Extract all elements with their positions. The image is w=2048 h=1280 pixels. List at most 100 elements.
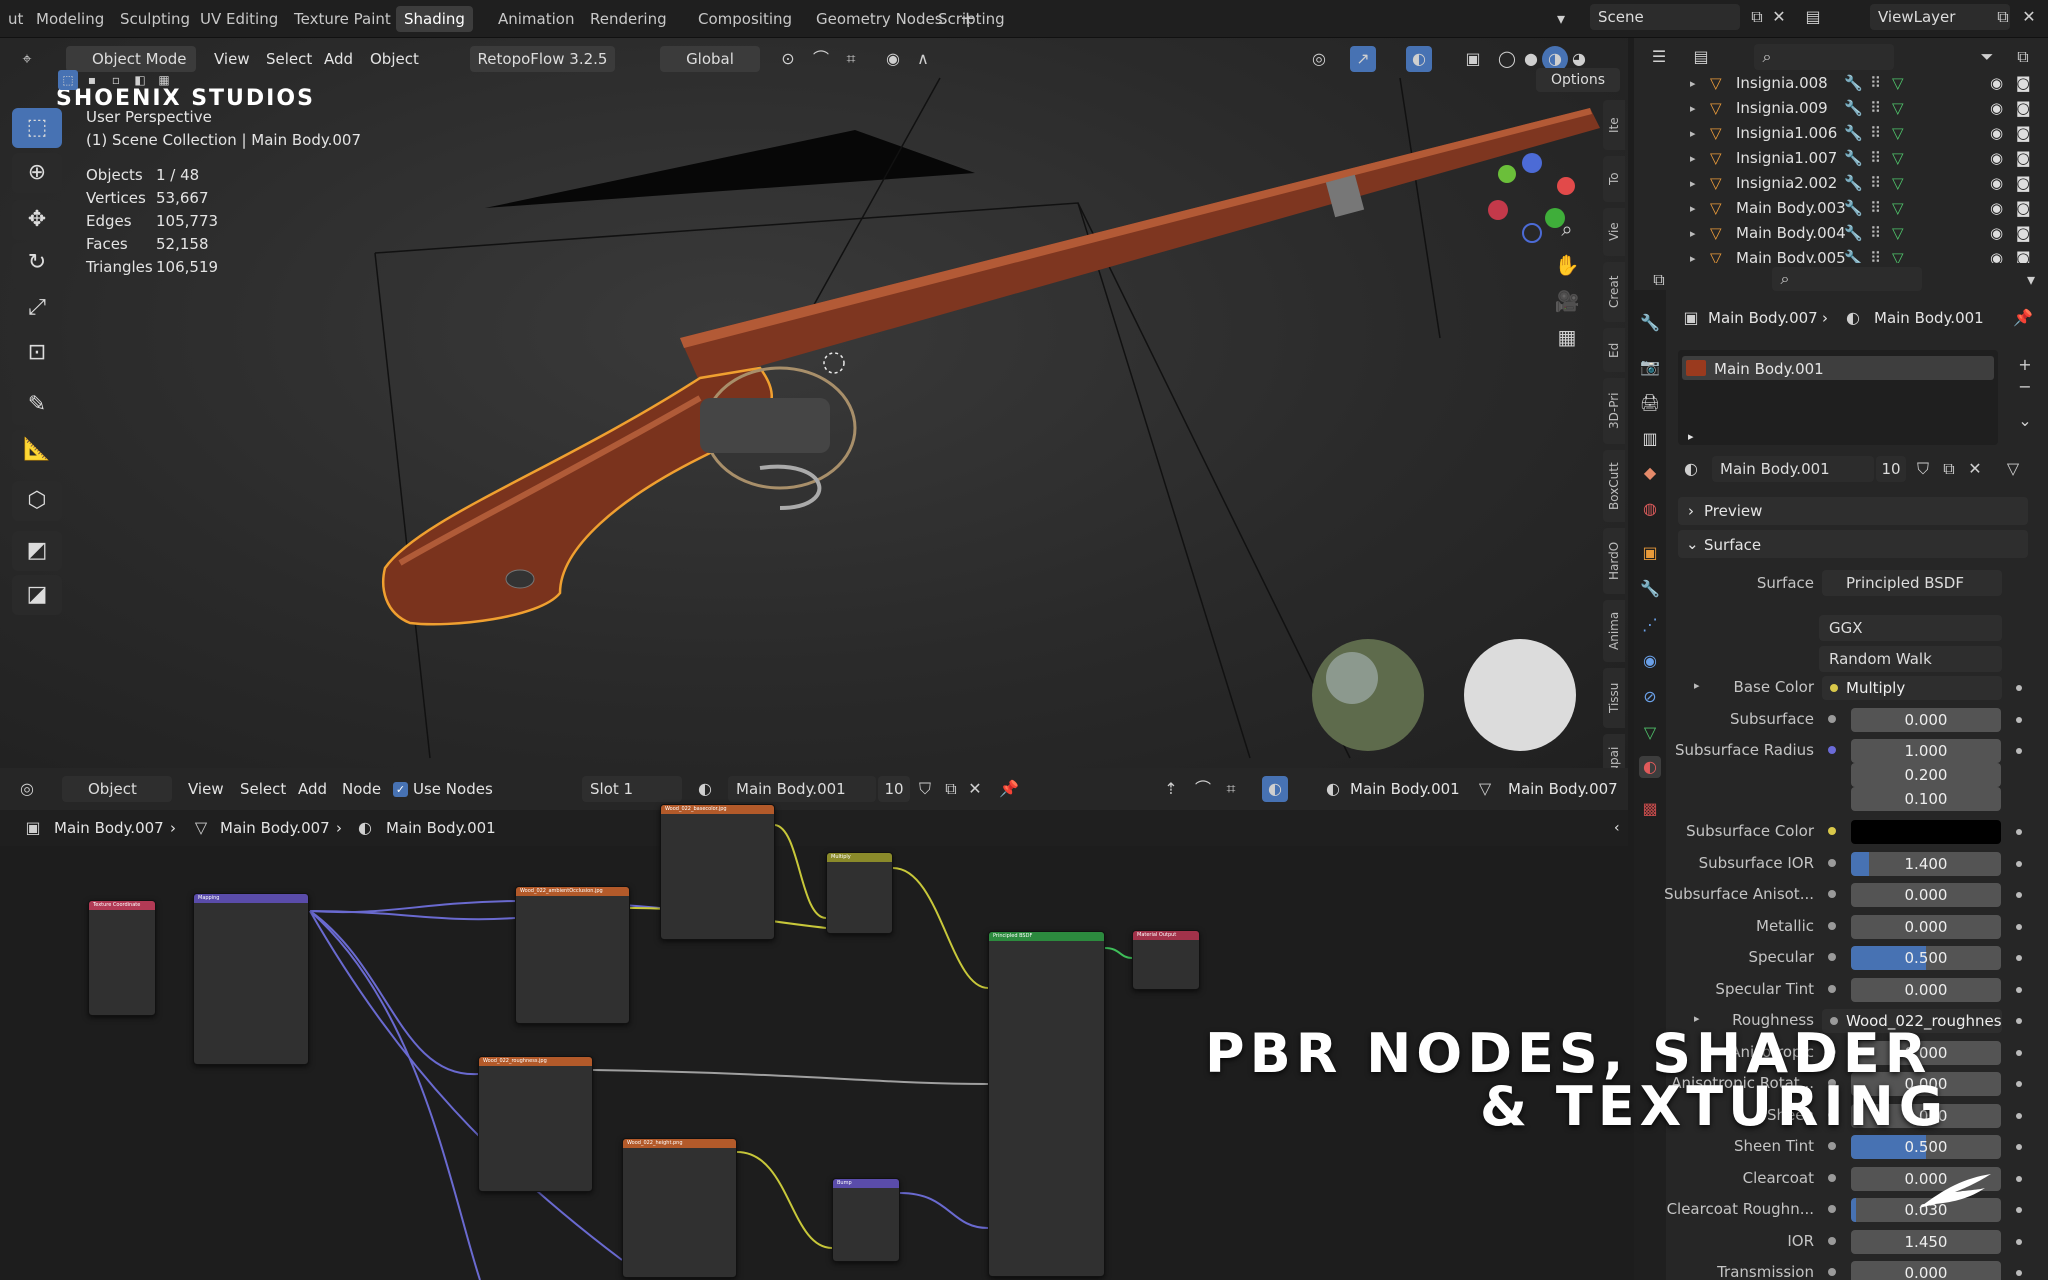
props-users-count[interactable]: 10	[1876, 456, 1906, 482]
move-tool-icon[interactable]: ✥	[12, 200, 62, 240]
camera-render-icon[interactable]: ◙	[2016, 196, 2031, 221]
close-viewlayer-icon[interactable]: ✕	[2016, 4, 2042, 30]
tab-shading[interactable]: Shading	[396, 6, 473, 32]
remove-slot-icon[interactable]: −	[2012, 374, 2038, 400]
close-scene-icon[interactable]: ✕	[1766, 4, 1792, 30]
material-output-node[interactable]: Material Output	[1132, 930, 1200, 990]
outliner-item[interactable]: ▸ ▽ Main Body.004 🔧 ⠿ ▽ ◉ ◙	[1634, 221, 2048, 246]
eye-icon[interactable]: ◉	[1990, 221, 2003, 246]
render-tab-icon[interactable]: 📷	[1639, 356, 1661, 378]
options-dropdown[interactable]: Options	[1536, 68, 1620, 92]
prop-value-slider[interactable]: 0.000	[1851, 883, 2001, 907]
gizmo-y-axis[interactable]	[1498, 165, 1516, 183]
tab-sculpting[interactable]: Sculpting	[112, 6, 198, 32]
physics-tab-icon[interactable]: ◉	[1639, 650, 1661, 672]
side-tab-4[interactable]: Ed	[1603, 328, 1625, 372]
eye-icon[interactable]: ◉	[1990, 146, 2003, 171]
keyframe-dot[interactable]	[2016, 1270, 2022, 1276]
side-tab-5[interactable]: 3D-Pri	[1603, 378, 1625, 444]
prop-value-slider[interactable]: 0.000	[1851, 977, 2001, 1002]
xray-icon[interactable]: ▣	[1460, 46, 1486, 72]
boxcutter-tool-icon[interactable]: ◩	[12, 531, 62, 571]
world-tab-icon[interactable]: ◍	[1639, 498, 1661, 520]
viewlayer-icon[interactable]: ▤	[1800, 4, 1826, 30]
keyframe-dot[interactable]	[2016, 1207, 2022, 1213]
add-workspace-button[interactable]: +	[952, 6, 983, 32]
expand-arrow-icon[interactable]: ▸	[1690, 196, 1696, 221]
tab-ut[interactable]: ut	[0, 6, 31, 32]
keyframe-dot[interactable]	[2016, 892, 2022, 898]
camera-view-icon[interactable]: 🎥	[1554, 288, 1580, 314]
outliner-item[interactable]: ▸ ▽ Insignia1.006 🔧 ⠿ ▽ ◉ ◙	[1634, 121, 2048, 146]
expand-arrow-icon[interactable]: ▸	[1690, 121, 1696, 146]
menu-select[interactable]: Select	[266, 50, 312, 68]
output-tab-icon[interactable]: 🖨	[1639, 392, 1661, 414]
basecolor-image-node[interactable]: Wood_022_basecolor.jpg	[660, 804, 775, 940]
overlay-toggle-icon[interactable]: ◐	[1406, 46, 1432, 72]
prop-value-slider[interactable]: 0.500	[1851, 946, 2001, 970]
material-datablock-field[interactable]: Main Body.001	[1712, 456, 1874, 482]
pan-hand-icon[interactable]: ✋	[1554, 252, 1580, 278]
keyframe-dot[interactable]	[2016, 829, 2022, 835]
outliner-item[interactable]: ▸ ▽ Main Body.003 🔧 ⠿ ▽ ◉ ◙	[1634, 196, 2048, 221]
prop-socket-dot[interactable]	[1828, 1142, 1836, 1150]
select-invert-icon[interactable]: ◧	[130, 70, 150, 90]
hardops-tool-icon[interactable]: ◪	[12, 575, 62, 615]
menu-view[interactable]: View	[214, 50, 250, 68]
expand-arrow-icon[interactable]: ▸	[1690, 221, 1696, 246]
filter-icon[interactable]: ⏷	[1974, 44, 2000, 70]
outliner-type-icon[interactable]: ☰	[1646, 44, 1672, 70]
distribution-dropdown[interactable]: GGX	[1819, 615, 2002, 641]
eye-icon[interactable]: ◉	[1990, 71, 2003, 96]
tool-tab-icon[interactable]: 🔧	[1639, 312, 1661, 334]
tab-modeling[interactable]: Modeling	[28, 6, 112, 32]
scene-tab-icon[interactable]: ◆	[1639, 462, 1661, 484]
prop-value-slider[interactable]: 0.500	[1851, 1135, 2001, 1159]
snap-icon[interactable]: ⌒	[808, 46, 834, 72]
keyframe-dot[interactable]	[2016, 1175, 2022, 1182]
keyframe-dot[interactable]	[2016, 716, 2022, 723]
particles-tab-icon[interactable]: ⋰	[1639, 614, 1661, 636]
slot-menu-icon[interactable]: ⌄	[2012, 408, 2038, 434]
expand-arrow-icon[interactable]: ▸	[1690, 146, 1696, 171]
prop-socket-dot[interactable]	[1828, 1205, 1836, 1213]
white-preview-sphere[interactable]	[1464, 639, 1576, 751]
prop-value-slider[interactable]: 0.200	[1851, 763, 2001, 787]
props-pin-icon[interactable]: 📌	[2010, 305, 2036, 331]
material-tab-icon[interactable]: ◐	[1639, 756, 1661, 778]
keyframe-dot[interactable]	[2016, 986, 2022, 993]
object-tab-icon[interactable]: ▣	[1639, 542, 1661, 564]
tab-compositing[interactable]: Compositing	[690, 6, 800, 32]
select-box-icon[interactable]: ⬚	[58, 70, 78, 90]
side-tab-0[interactable]: Ite	[1603, 100, 1625, 150]
eye-icon[interactable]: ◉	[1990, 121, 2003, 146]
retopoflow-button[interactable]: RetopoFlow 3.2.5	[470, 46, 615, 72]
measure-tool-icon[interactable]: 📐	[12, 430, 62, 470]
subsurface-method-dropdown[interactable]: Random Walk	[1819, 646, 2002, 672]
3d-cursor[interactable]	[823, 352, 845, 374]
prop-socket-dot[interactable]	[1828, 890, 1836, 898]
gizmo-neg-x[interactable]	[1488, 200, 1508, 220]
prop-socket-dot[interactable]	[1828, 1236, 1836, 1245]
select-intersect-icon[interactable]: ▦	[154, 70, 174, 90]
keyframe-dot[interactable]	[2016, 1081, 2022, 1087]
link-type-icon[interactable]: ▽	[2000, 456, 2026, 482]
prop-color-swatch[interactable]	[1851, 820, 2001, 844]
props-fake-user-icon[interactable]: ⛉	[1910, 456, 1936, 482]
3d-viewport[interactable]: SHOENIX STUDIOS ⌖ Object Mode View Select…	[0, 38, 1628, 768]
prop-value-slider[interactable]: 1.000	[1851, 739, 2001, 763]
surface-shader-field[interactable]: Principled BSDF	[1822, 570, 2002, 596]
camera-render-icon[interactable]: ◙	[2016, 171, 2031, 196]
side-tab-2[interactable]: Vie	[1603, 208, 1625, 256]
props-duplicate-icon[interactable]: ⧉	[1936, 456, 1962, 482]
viewlayer-field[interactable]: ViewLayer	[1870, 4, 2010, 30]
keyframe-dot[interactable]	[2016, 748, 2022, 754]
prop-socket-dot[interactable]	[1828, 858, 1836, 867]
editor-type-icon[interactable]: ⌖	[14, 46, 40, 72]
tab-animation[interactable]: Animation	[490, 6, 582, 32]
snap-target-icon[interactable]: ⌗	[838, 46, 864, 72]
keyframe-dot[interactable]	[2016, 860, 2022, 867]
prop-socket-dot[interactable]	[1828, 827, 1836, 835]
prop-value-slider[interactable]: 1.450	[1851, 1229, 2001, 1254]
keyframe-dot[interactable]	[2016, 1238, 2022, 1245]
